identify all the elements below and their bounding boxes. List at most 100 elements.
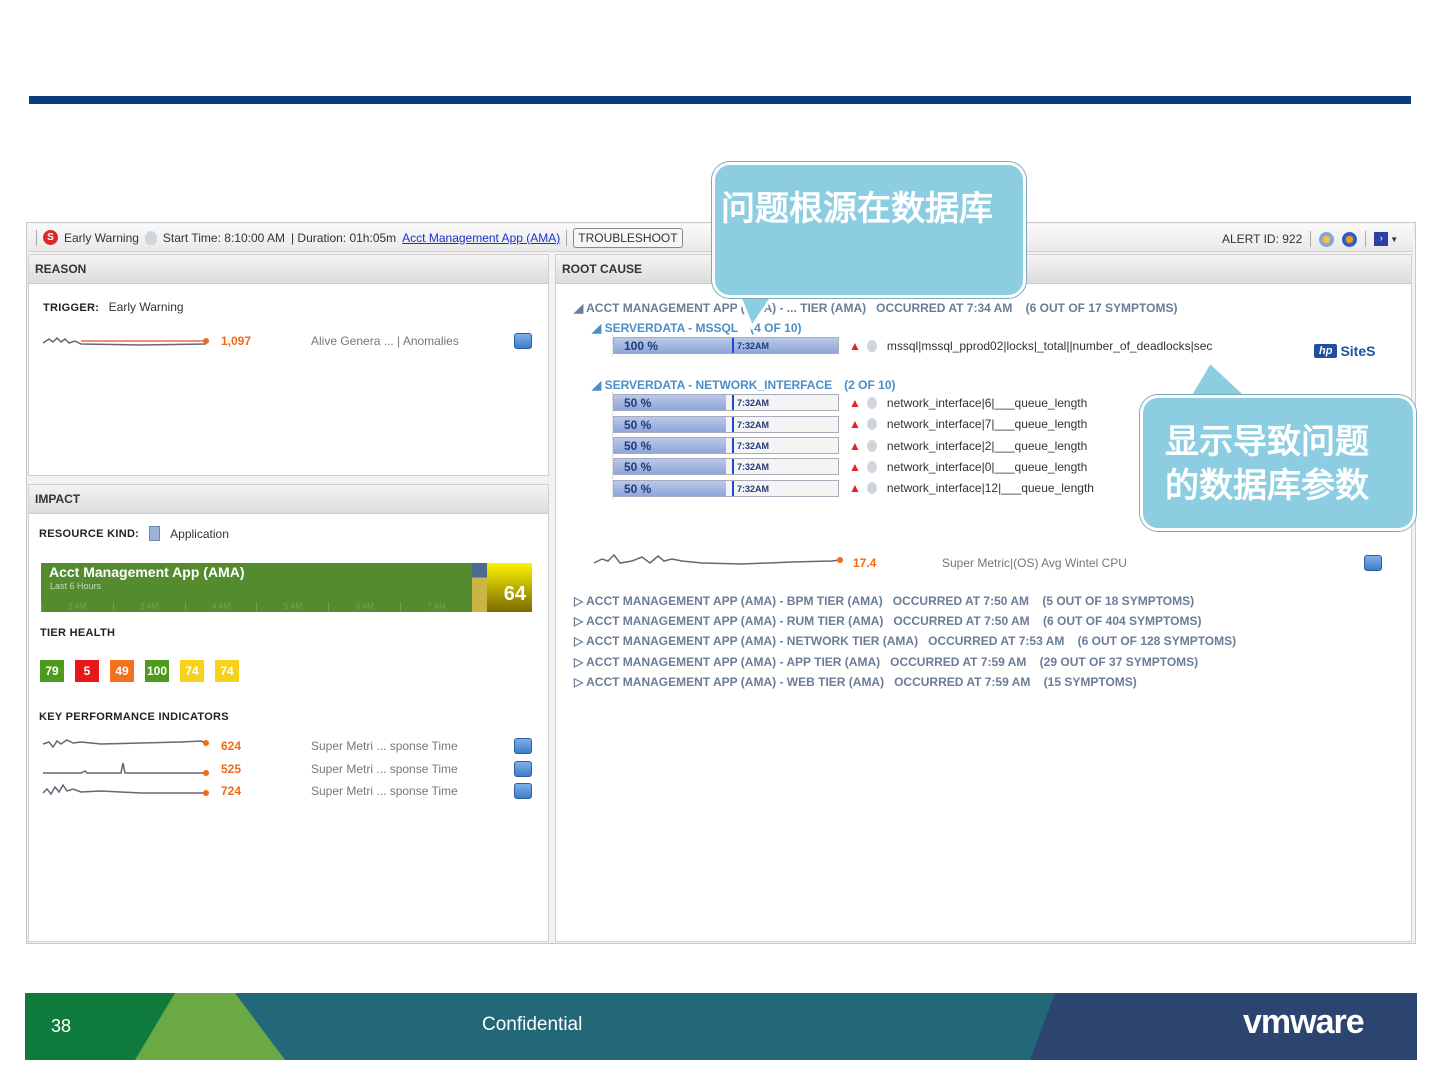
group-name: SERVERDATA - MSSQL — [604, 321, 739, 335]
tier-health-badge[interactable]: 100 — [145, 660, 169, 682]
alert-nav: ALERT ID: 922 › ▼ — [1222, 231, 1398, 247]
health-hour-label: 5 AM — [256, 602, 328, 611]
health-subtitle: Last 6 Hours — [50, 581, 102, 591]
kpi-row: 525 Super Metri ... sponse Time — [39, 760, 539, 784]
alert-triangle-icon[interactable]: ▲ — [849, 396, 861, 410]
divider — [1365, 231, 1367, 247]
kpi-row: 724 Super Metri ... sponse Time — [39, 783, 539, 806]
symptom-bar: 50 % 7:32AM — [613, 415, 839, 433]
symptom-row[interactable]: 100 % 7:32AM ▲ mssql|mssql_pprod02|locks|_t… — [612, 335, 1292, 357]
symptom-group-header[interactable]: ◢ SERVERDATA - MSSQL (4 OF 10) — [592, 321, 1292, 335]
alert-triangle-icon[interactable]: ▲ — [849, 439, 861, 453]
kpi-label: KEY PERFORMANCE INDICATORS — [39, 711, 229, 723]
root-cause-item-text: ACCT MANAGEMENT APP (AMA) - NETWORK TIER… — [586, 634, 1237, 649]
symptom-time: 7:32AM — [737, 341, 770, 352]
health-hour-label: 7 AM — [400, 602, 472, 611]
calculator-icon[interactable] — [514, 333, 532, 349]
symptom-bar: 50 % 7:32AM — [613, 458, 839, 476]
root-cause-item-text: ACCT MANAGEMENT APP (AMA) - BPM TIER (AM… — [586, 594, 1195, 608]
lightbulb-icon[interactable] — [866, 339, 877, 352]
symptom-time: 7:32AM — [737, 398, 770, 409]
impact-panel: IMPACT RESOURCE KIND: Application Acct Ma… — [28, 484, 549, 942]
symptom-percent: 50 % — [624, 439, 652, 454]
tier-health-badge[interactable]: 74 — [215, 660, 239, 682]
symptom-percent: 50 % — [624, 481, 652, 496]
troubleshoot-button[interactable]: TROUBLESHOOT — [573, 227, 683, 248]
logo-text: SiteS — [1340, 343, 1376, 359]
health-hour-label: 4 AM — [184, 602, 257, 611]
kpi-value: 724 — [221, 784, 242, 798]
calculator-icon[interactable] — [514, 783, 532, 799]
kpi-name: Super Metri ... sponse Time — [311, 784, 458, 798]
lightbulb-icon[interactable] — [866, 439, 877, 452]
next-alert-icon[interactable] — [1342, 231, 1358, 247]
symptom-bar: 100 % 7:32AM — [613, 337, 839, 355]
duration: | Duration: 01h:05m — [290, 230, 397, 245]
root-cause-panel: ROOT CAUSE ◢ ACCT MANAGEMENT APP (AMA) -… — [555, 254, 1412, 942]
time-marker — [732, 416, 734, 432]
start-time: Start Time: 8:10:00 AM — [162, 230, 285, 245]
symptom-bar: 50 % 7:32AM — [613, 437, 839, 455]
kpi-value: 624 — [221, 739, 242, 753]
root-cause-item-text: ACCT MANAGEMENT APP (AMA) - RUM TIER (AM… — [586, 614, 1202, 629]
health-hour-label: 2 AM — [41, 602, 113, 611]
lightbulb-icon[interactable] — [866, 460, 877, 473]
divider — [36, 229, 37, 246]
symptom-metric: network_interface|2|___queue_length — [886, 438, 1088, 453]
severity-icon: S — [43, 230, 58, 245]
trigger-metric-value: 1,097 — [221, 334, 252, 348]
alert-triangle-icon[interactable]: ▲ — [849, 481, 861, 495]
calculator-icon[interactable] — [514, 760, 532, 777]
alert-triangle-icon[interactable]: ▲ — [849, 339, 861, 353]
lightbulb-icon[interactable] — [866, 482, 877, 495]
tier-health-badge[interactable]: 49 — [110, 660, 134, 682]
symptom-time: 7:32AM — [737, 483, 770, 494]
actions-menu-icon[interactable]: › — [1374, 232, 1389, 246]
app-link[interactable]: Acct Management App (AMA) — [402, 231, 560, 245]
title-rule — [29, 96, 1411, 104]
footer-bands — [25, 993, 1417, 1060]
application-icon — [149, 526, 161, 541]
health-drop-marker — [472, 563, 487, 612]
tier-health-label: TIER HEALTH — [40, 627, 116, 639]
calculator-icon[interactable] — [514, 738, 532, 754]
root-cause-item[interactable]: ▷ ACCT MANAGEMENT APP (AMA) - NETWORK TI… — [574, 634, 1236, 654]
callout-db-parameters: 显示导致问题的数据库参数 — [1140, 395, 1416, 531]
health-timeline[interactable]: Acct Management App (AMA) Last 6 Hours 2… — [41, 563, 532, 612]
root-cause-item[interactable]: ▷ ACCT MANAGEMENT APP (AMA) - WEB TIER (… — [574, 675, 1236, 695]
page-number: 38 — [51, 1016, 72, 1036]
trigger-metric-name: Alive Genera ... | Anomalies — [311, 334, 459, 348]
trigger-label: TRIGGER: — [43, 302, 100, 314]
time-marker — [732, 438, 734, 454]
divider — [1310, 231, 1312, 247]
tier-health-badge[interactable]: 74 — [180, 660, 204, 682]
symptom-group: ◢ SERVERDATA - MSSQL (4 OF 10) 100 % 7:32AM… — [592, 321, 1292, 357]
hp-sites-logo: hp SiteS — [1314, 343, 1375, 359]
group-name: SERVERDATA - NETWORK_INTERFACE — [604, 378, 833, 393]
calculator-icon[interactable] — [1364, 555, 1382, 571]
symptom-metric: network_interface|0|___queue_length — [886, 459, 1088, 474]
root-cause-item[interactable]: ▷ ACCT MANAGEMENT APP (AMA) - BPM TIER (… — [574, 594, 1236, 614]
time-marker — [732, 338, 734, 354]
root-cause-item[interactable]: ▷ ACCT MANAGEMENT APP (AMA) - APP TIER (… — [574, 655, 1236, 675]
symptom-percent: 50 % — [624, 460, 652, 475]
lightbulb-icon[interactable] — [866, 418, 877, 431]
cpu-metric-name: Super Metric|(OS) Avg Wintel CPU — [942, 556, 1127, 570]
alert-triangle-icon[interactable]: ▲ — [849, 417, 861, 431]
alert-id: ALERT ID: 922 — [1222, 232, 1303, 246]
lightbulb-icon[interactable] — [866, 396, 877, 409]
chevron-down-icon[interactable]: ▼ — [1390, 235, 1398, 244]
symptom-metric: mssql|mssql_pprod02|locks|_total||number… — [886, 338, 1213, 353]
tier-health-badge[interactable]: 79 — [40, 660, 64, 682]
kpi-value: 525 — [221, 761, 242, 776]
previous-alert-icon[interactable] — [1319, 231, 1335, 247]
root-cause-main-text: ACCT MANAGEMENT APP (AMA) - ... TIER (AM… — [586, 301, 1178, 315]
trigger-value: Early Warning — [108, 300, 184, 314]
root-cause-main-item[interactable]: ◢ ACCT MANAGEMENT APP (AMA) - ... TIER (… — [574, 301, 1177, 315]
reason-header: REASON — [29, 255, 548, 284]
tier-health-badge[interactable]: 5 — [75, 660, 99, 682]
root-cause-item[interactable]: ▷ ACCT MANAGEMENT APP (AMA) - RUM TIER (… — [574, 614, 1236, 634]
health-hour-label: 3 AM — [112, 602, 185, 611]
symptom-bar: 50 % 7:32AM — [613, 394, 839, 412]
alert-triangle-icon[interactable]: ▲ — [849, 460, 861, 474]
